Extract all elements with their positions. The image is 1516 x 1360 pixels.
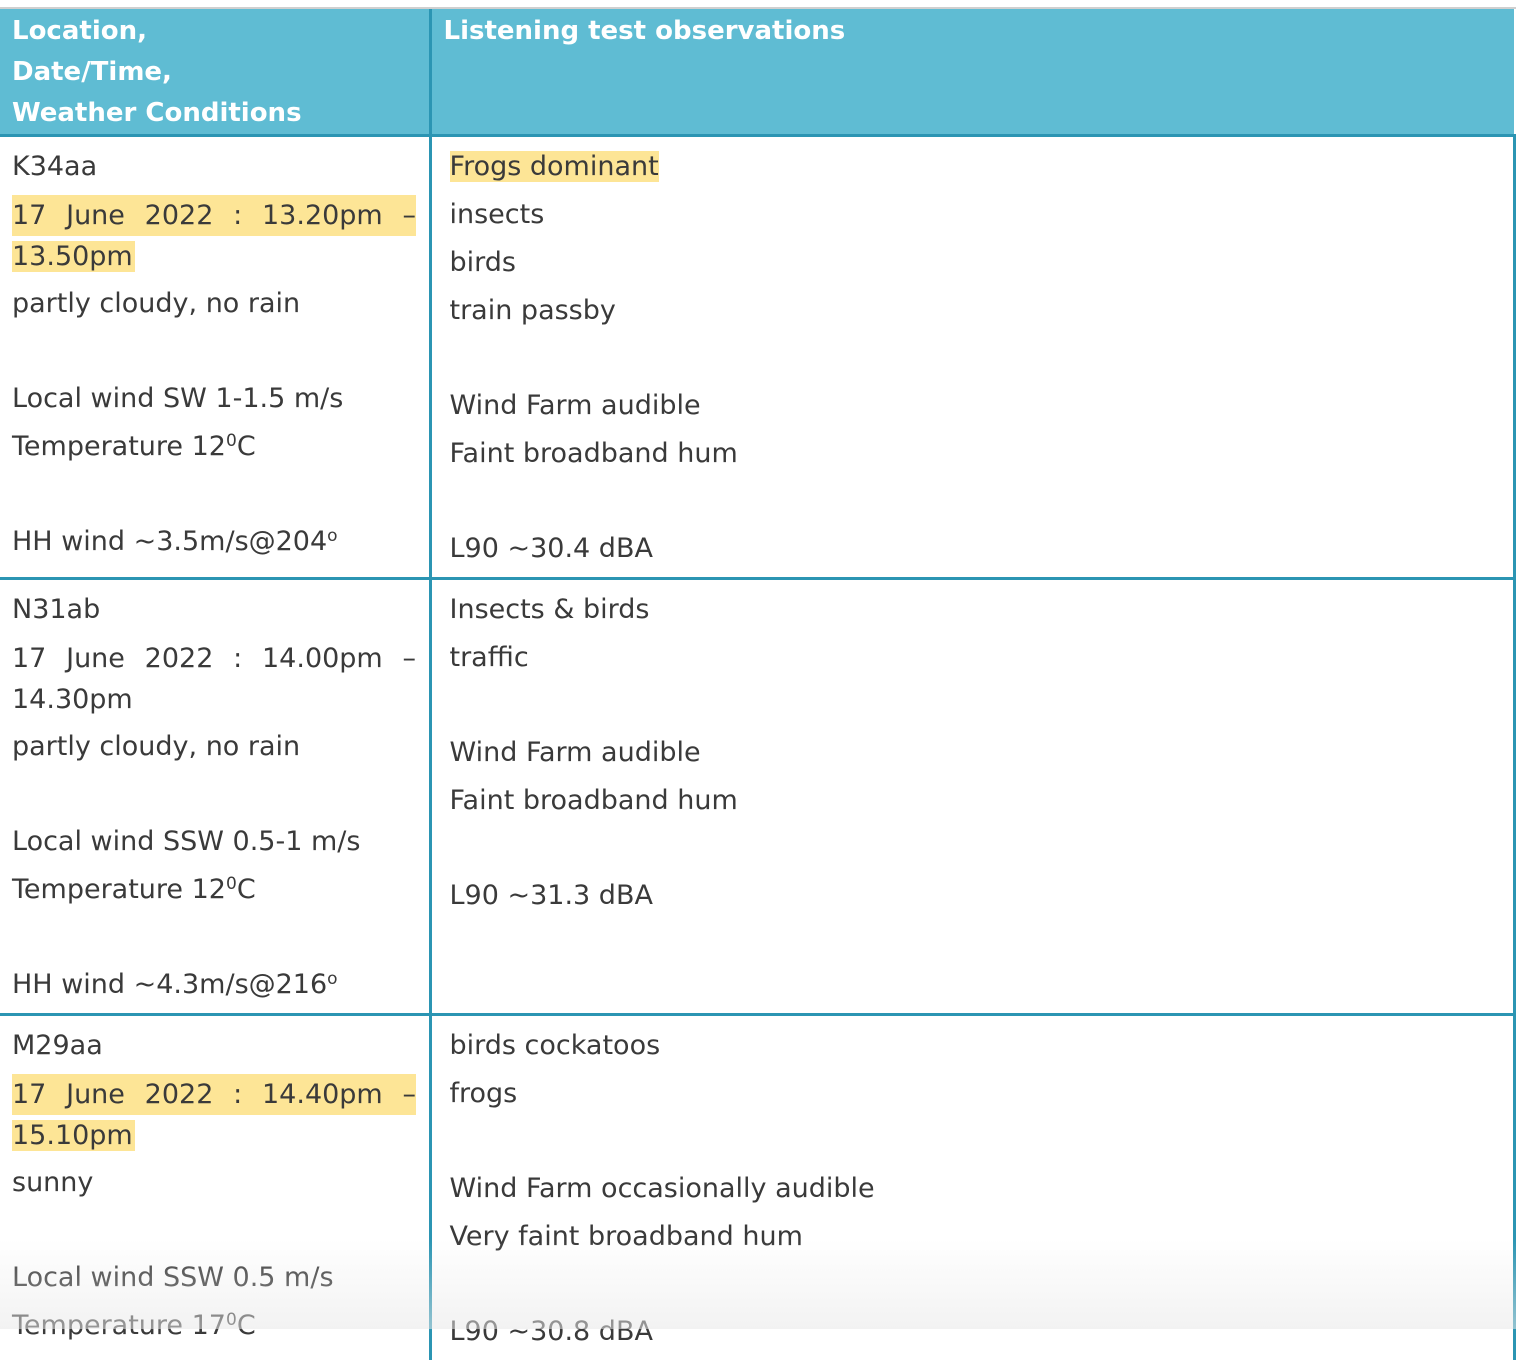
date-separator: : — [233, 1074, 242, 1115]
time-start: 14.40pm — [262, 1074, 383, 1115]
header-location-datetime-weather: Location, Date/Time, Weather Conditions — [0, 9, 430, 136]
observations-table: Location, Date/Time, Weather Conditions … — [0, 9, 1516, 1360]
observation-item: Wind Farm audible — [450, 733, 1501, 781]
weather-text: partly cloudy, no rain — [12, 284, 417, 332]
date-year: 2022 — [145, 1074, 214, 1115]
header-row: Location, Date/Time, Weather Conditions … — [0, 9, 1514, 136]
observations-cell: Frogs dominant insects birds train passb… — [430, 136, 1514, 579]
date-time-range: 17 June 2022 : 13.20pm – 13.50pm — [12, 195, 416, 277]
observation-level: L90 ~30.4 dBA — [450, 529, 1501, 577]
date-day: 17 — [12, 1074, 46, 1115]
date-time-range: 17 June 2022 : 14.40pm – 15.10pm — [12, 1074, 416, 1156]
observation-item: Faint broadband hum — [450, 781, 1501, 829]
date-month: June — [66, 638, 125, 679]
time-dash: – — [403, 1074, 417, 1115]
observations-cell: Insects & birds traffic Wind Farm audibl… — [430, 579, 1514, 1015]
observation-item: traffic — [450, 638, 1501, 686]
time-start: 13.20pm — [262, 195, 383, 236]
observation-item: Wind Farm audible — [450, 386, 1501, 434]
observation-level: L90 ~31.3 dBA — [450, 876, 1501, 924]
observation-item: Frogs dominant — [450, 147, 1501, 195]
table-row: N31ab 17 June 2022 : 14.00pm – 14.30pm p… — [0, 579, 1514, 1015]
time-end: 13.50pm — [12, 241, 135, 272]
date-year: 2022 — [145, 638, 214, 679]
date-separator: : — [233, 195, 242, 236]
observation-item: insects — [450, 195, 1501, 243]
observation-item: birds — [450, 243, 1501, 291]
location-id: N31ab — [12, 590, 417, 638]
observation-item: Wind Farm occasionally audible — [450, 1169, 1501, 1217]
observation-item: Very faint broadband hum — [450, 1217, 1501, 1265]
observation-item: birds cockatoos — [450, 1026, 1501, 1074]
time-end: 14.30pm — [12, 684, 133, 715]
hub-height-wind-text: HH wind ~3.5m/s@204o — [12, 522, 417, 570]
header-col1-line3: Weather Conditions — [12, 93, 417, 134]
temperature-text: Temperature 120C — [12, 870, 417, 918]
weather-text: sunny — [12, 1163, 417, 1211]
hub-height-wind-text: HH wind ~4.3m/s@216o — [12, 965, 417, 1013]
weather-text: partly cloudy, no rain — [12, 727, 417, 775]
local-wind-text: Local wind SSW 0.5 m/s — [12, 1258, 417, 1306]
conditions-cell: M29aa 17 June 2022 : 14.40pm – 15.10pm s… — [0, 1015, 430, 1360]
time-start: 14.00pm — [262, 638, 383, 679]
date-day: 17 — [12, 638, 46, 679]
observations-cell: birds cockatoos frogs Wind Farm occasion… — [430, 1015, 1514, 1360]
observation-item: frogs — [450, 1074, 1501, 1122]
local-wind-text: Local wind SSW 0.5-1 m/s — [12, 822, 417, 870]
temperature-text: Temperature 170C — [12, 1306, 417, 1354]
observation-level: L90 ~30.8 dBA — [450, 1312, 1501, 1360]
table-header: Location, Date/Time, Weather Conditions … — [0, 9, 1514, 136]
header-col1-line1: Location, — [12, 11, 417, 52]
header-col1-line2: Date/Time, — [12, 52, 417, 93]
observation-item: Faint broadband hum — [450, 434, 1501, 482]
conditions-cell: N31ab 17 June 2022 : 14.00pm – 14.30pm p… — [0, 579, 430, 1015]
location-id: K34aa — [12, 147, 417, 195]
location-id: M29aa — [12, 1026, 417, 1074]
date-day: 17 — [12, 195, 46, 236]
time-dash: – — [403, 195, 417, 236]
conditions-cell: K34aa 17 June 2022 : 13.20pm – 13.50pm p… — [0, 136, 430, 579]
observation-item: train passby — [450, 291, 1501, 339]
local-wind-text: Local wind SW 1-1.5 m/s — [12, 379, 417, 427]
time-end: 15.10pm — [12, 1120, 135, 1151]
temperature-text: Temperature 120C — [12, 427, 417, 475]
table-row: K34aa 17 June 2022 : 13.20pm – 13.50pm p… — [0, 136, 1514, 579]
date-time-range: 17 June 2022 : 14.00pm – 14.30pm — [12, 638, 416, 720]
table-row: M29aa 17 June 2022 : 14.40pm – 15.10pm s… — [0, 1015, 1514, 1360]
time-dash: – — [403, 638, 417, 679]
date-separator: : — [233, 638, 242, 679]
header-listening-observations: Listening test observations — [430, 9, 1514, 136]
date-month: June — [66, 195, 125, 236]
observation-item: Insects & birds — [450, 590, 1501, 638]
date-year: 2022 — [145, 195, 214, 236]
date-month: June — [66, 1074, 125, 1115]
header-col2-label: Listening test observations — [444, 11, 1503, 52]
